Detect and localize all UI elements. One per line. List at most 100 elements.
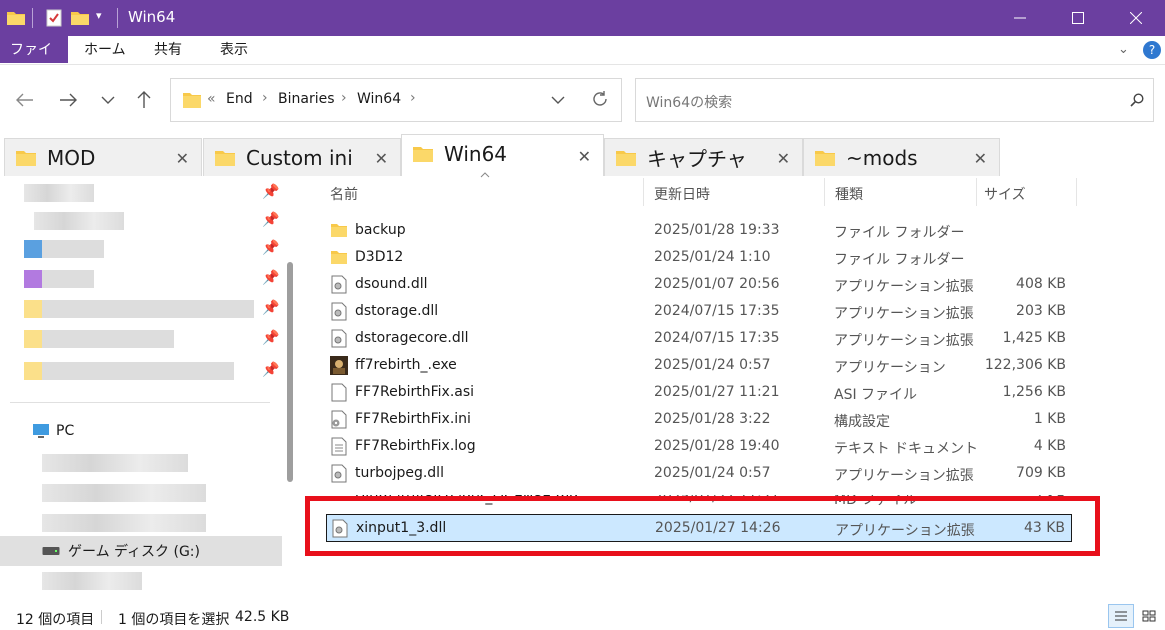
column-header-type[interactable]: 種類 — [835, 184, 863, 204]
close-tab-icon[interactable]: ✕ — [176, 149, 189, 168]
column-divider[interactable] — [1076, 178, 1077, 206]
list-item[interactable]: D3D12 2025/01/24 1:10 ファイル フォルダー — [326, 244, 1072, 271]
minimize-icon — [1014, 17, 1026, 19]
pin-icon[interactable]: 📌 — [262, 212, 279, 228]
folder-icon — [616, 150, 636, 166]
column-header-date[interactable]: 更新日時 — [654, 184, 710, 204]
close-tab-icon[interactable]: ✕ — [578, 147, 591, 166]
list-item[interactable]: dsound.dll 2025/01/07 20:56 アプリケーション拡張 4… — [326, 271, 1072, 298]
help-icon[interactable]: ? — [1143, 41, 1161, 59]
breadcrumb-separator-icon[interactable]: › — [410, 90, 416, 106]
search-input[interactable]: Win64の検索 — [646, 92, 732, 112]
pin-icon[interactable]: 📌 — [262, 300, 279, 316]
tab-capture[interactable]: キャプチャ ✕ — [604, 138, 803, 176]
blurred-drive-item[interactable] — [42, 484, 206, 502]
pin-icon[interactable]: 📌 — [262, 330, 279, 346]
blurred-quick-access-item[interactable] — [24, 184, 94, 202]
blurred-quick-access-item[interactable] — [24, 362, 234, 380]
blurred-quick-access-item[interactable] — [24, 330, 174, 348]
list-item[interactable]: FF7RebirthFix.asi 2025/01/27 11:21 ASI フ… — [326, 379, 1072, 406]
nav-scrollbar[interactable] — [287, 262, 293, 482]
list-item[interactable]: FF7RebirthFix.log 2025/01/28 19:40 テキスト … — [326, 433, 1072, 460]
file-name: dstorage.dll — [355, 303, 439, 319]
blurred-quick-access-item[interactable] — [34, 212, 124, 230]
blurred-quick-access-item[interactable] — [24, 270, 94, 288]
file-date: 2025/01/24 0:57 — [654, 357, 771, 373]
recent-locations-button[interactable] — [96, 88, 120, 112]
breadcrumb-separator-icon[interactable]: › — [341, 90, 347, 106]
ribbon-tab-file[interactable]: ファイル — [0, 36, 68, 87]
back-button[interactable] — [13, 88, 37, 112]
list-item[interactable]: turbojpeg.dll 2025/01/24 0:57 アプリケーション拡張… — [326, 460, 1072, 487]
dll-file-icon — [331, 464, 347, 483]
address-dropdown-chevron-icon[interactable] — [551, 96, 565, 105]
address-bar[interactable]: « End › Binaries › Win64 › — [170, 78, 622, 122]
list-item[interactable]: ff7rebirth_.exe 2025/01/24 0:57 アプリケーション… — [326, 352, 1072, 379]
file-type: ファイル フォルダー — [834, 252, 965, 268]
pin-icon[interactable]: 📌 — [262, 362, 279, 378]
refresh-icon[interactable] — [591, 90, 609, 108]
pin-icon[interactable]: 📌 — [262, 240, 279, 256]
close-button[interactable] — [1107, 0, 1165, 36]
column-divider[interactable] — [824, 178, 825, 206]
file-type: アプリケーション拡張 — [834, 306, 974, 322]
customize-quick-access-icon[interactable]: ▾ — [96, 9, 102, 22]
close-tab-icon[interactable]: ✕ — [375, 149, 388, 168]
highlight-annotation-box — [305, 496, 1100, 556]
large-icons-view-button[interactable] — [1136, 604, 1162, 628]
details-view-button[interactable] — [1108, 604, 1134, 628]
properties-checkmark-icon[interactable] — [44, 8, 64, 28]
blurred-quick-access-item[interactable] — [24, 240, 104, 258]
list-item[interactable]: dstoragecore.dll 2024/07/15 17:35 アプリケーシ… — [326, 325, 1072, 352]
blurred-drive-item[interactable] — [42, 572, 142, 590]
breadcrumb-end[interactable]: End — [226, 91, 253, 107]
close-tab-icon[interactable]: ✕ — [974, 149, 987, 168]
blurred-drive-item[interactable] — [42, 454, 188, 472]
tab-custom-ini[interactable]: Custom ini ✕ — [203, 138, 401, 176]
breadcrumb-binaries[interactable]: Binaries — [278, 91, 335, 107]
tab-win64[interactable]: Win64 ✕ — [401, 134, 604, 176]
blurred-drive-item[interactable] — [42, 514, 206, 532]
large-icons-view-icon — [1142, 610, 1156, 622]
column-header-size[interactable]: サイズ — [984, 184, 1026, 204]
list-item[interactable]: backup 2025/01/28 19:33 ファイル フォルダー — [326, 217, 1072, 244]
ribbon-tab-view[interactable]: 表示 — [208, 36, 260, 65]
ribbon-expand-chevron-icon[interactable]: ⌄ — [1118, 42, 1129, 57]
ribbon-tab-home[interactable]: ホーム — [72, 36, 138, 65]
file-size: 1 KB — [1033, 411, 1066, 427]
tab-mod[interactable]: MOD ✕ — [4, 138, 202, 176]
list-item[interactable]: dstorage.dll 2024/07/15 17:35 アプリケーション拡張… — [326, 298, 1072, 325]
close-icon — [1130, 12, 1142, 24]
pin-icon[interactable]: 📌 — [262, 270, 279, 286]
forward-button[interactable] — [56, 88, 80, 112]
blurred-quick-access-item[interactable] — [24, 300, 254, 318]
ribbon-tab-share[interactable]: 共有 — [142, 36, 194, 65]
breadcrumb-overflow[interactable]: « — [207, 91, 216, 107]
status-selection-size: 42.5 KB — [235, 609, 290, 625]
close-tab-icon[interactable]: ✕ — [777, 149, 790, 168]
status-selection: 1 個の項目を選択 — [118, 612, 230, 628]
file-date: 2024/07/15 17:35 — [654, 303, 780, 319]
column-divider[interactable] — [643, 178, 644, 206]
column-divider[interactable] — [976, 178, 977, 206]
folder-icon[interactable] — [6, 8, 26, 28]
nav-item-game-disk-g[interactable]: ゲーム ディスク (G:) — [0, 536, 282, 566]
text-file-icon — [331, 437, 347, 456]
tab-mods[interactable]: ~mods ✕ — [803, 138, 1000, 176]
new-folder-icon[interactable] — [70, 8, 90, 28]
minimize-button[interactable] — [991, 0, 1049, 36]
search-box[interactable]: Win64の検索 — [635, 78, 1154, 122]
column-header-name[interactable]: 名前 — [330, 184, 358, 204]
pin-icon[interactable]: 📌 — [262, 184, 279, 200]
status-divider — [101, 610, 102, 624]
file-type: テキスト ドキュメント — [834, 441, 979, 457]
search-icon[interactable] — [1130, 93, 1144, 107]
up-button[interactable] — [132, 88, 156, 112]
breadcrumb-separator-icon[interactable]: › — [262, 90, 268, 106]
maximize-button[interactable] — [1049, 0, 1107, 36]
list-item[interactable]: FF7RebirthFix.ini 2025/01/28 3:22 構成設定 1… — [326, 406, 1072, 433]
breadcrumb-win64[interactable]: Win64 — [357, 91, 401, 107]
forward-arrow-icon — [60, 93, 77, 107]
details-view-icon — [1115, 611, 1127, 621]
nav-item-pc[interactable]: PC — [0, 416, 282, 446]
